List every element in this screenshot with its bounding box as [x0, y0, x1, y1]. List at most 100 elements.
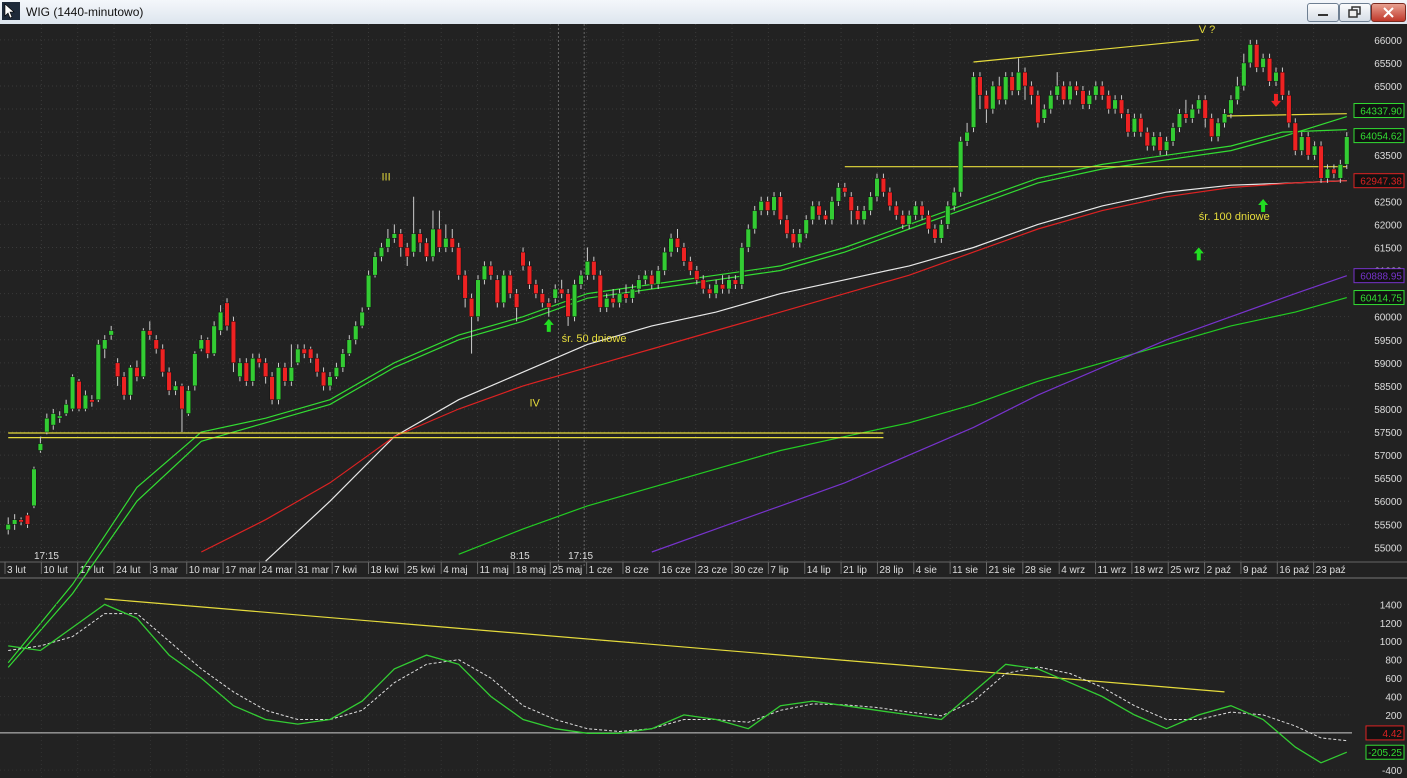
- candle-up: [353, 325, 359, 341]
- date-tick-label: 2 paź: [1207, 565, 1231, 576]
- date-tick-label: 11 sie: [952, 565, 978, 576]
- candle-down: [546, 302, 552, 308]
- price-tick-label: 60000: [1374, 313, 1402, 324]
- candle-down: [1061, 85, 1067, 101]
- candle-down: [880, 178, 887, 193]
- candle-down: [707, 288, 713, 294]
- candle-up: [172, 385, 179, 391]
- candle-down: [456, 247, 462, 276]
- candle-up: [250, 357, 256, 382]
- candle-up: [571, 284, 578, 317]
- candle-up: [57, 415, 63, 419]
- title-bar[interactable]: WIG (1440-minutowo): [0, 0, 1407, 25]
- candle-down: [269, 376, 275, 400]
- osc-value-label: -205.25: [1368, 748, 1402, 759]
- date-tick-label: 18 wrz: [1134, 565, 1163, 576]
- date-tick-label: 25 kwi: [407, 565, 435, 576]
- price-tick-label: 58000: [1374, 405, 1402, 416]
- candle-up: [1337, 164, 1343, 179]
- candle-up: [37, 443, 43, 451]
- value-label: 64337.90: [1360, 107, 1402, 118]
- candle-up: [1234, 85, 1240, 101]
- candle-up: [867, 196, 874, 211]
- candle-down: [1331, 168, 1337, 174]
- candle-up: [63, 404, 69, 414]
- candle-up: [211, 325, 217, 354]
- candle-down: [1292, 122, 1298, 151]
- candle-down: [320, 371, 327, 387]
- candle-up: [906, 214, 912, 225]
- price-tick-label: 59000: [1374, 359, 1402, 370]
- date-tick-label: 9 paź: [1243, 565, 1267, 576]
- date-tick-label: 4 sie: [916, 565, 938, 576]
- date-tick-label: 4 wrz: [1061, 565, 1085, 576]
- date-tick-label: 28 sie: [1025, 565, 1052, 576]
- maximize-button[interactable]: [1339, 3, 1371, 22]
- price-tick-label: 66000: [1374, 36, 1402, 47]
- candle-up: [1086, 94, 1092, 105]
- candle-down: [996, 85, 1002, 101]
- candle-down: [282, 367, 288, 382]
- candle-up: [95, 344, 101, 400]
- minimize-button[interactable]: [1307, 3, 1339, 22]
- candle-down: [449, 237, 455, 248]
- candle-down: [816, 205, 822, 216]
- osc-tick-label: 1000: [1380, 637, 1403, 648]
- candle-down: [301, 348, 307, 354]
- candle-down: [507, 274, 513, 294]
- candle-down: [404, 247, 410, 257]
- candle-down: [1118, 99, 1125, 114]
- candle-up: [1273, 71, 1279, 82]
- candle-up: [861, 210, 867, 221]
- candle-down: [314, 357, 320, 373]
- arrow-cursor-icon[interactable]: [2, 2, 20, 20]
- candle-up: [913, 205, 919, 216]
- candle-down: [1009, 76, 1015, 91]
- candle-down: [89, 399, 95, 403]
- candle-down: [893, 205, 899, 216]
- candle-down: [398, 233, 404, 248]
- candle-up: [1048, 94, 1054, 110]
- candle-up: [1003, 76, 1009, 101]
- value-label: 60888.95: [1360, 272, 1402, 283]
- candle-up: [1176, 113, 1183, 128]
- candle-down: [790, 233, 796, 244]
- candle-up: [874, 178, 880, 197]
- candle-down: [1073, 85, 1080, 91]
- candle-up: [366, 274, 372, 308]
- date-tick-label: 16 paź: [1279, 565, 1309, 576]
- candle-up: [1131, 118, 1137, 133]
- candle-down: [308, 348, 314, 359]
- candle-up: [237, 362, 243, 377]
- candle-up: [385, 237, 391, 248]
- price-chart[interactable]: 55000 55500 56000 56500 57000 57500 58000 58500…: [0, 24, 1407, 778]
- osc-tick-label: 800: [1385, 656, 1402, 667]
- close-button[interactable]: [1371, 3, 1406, 22]
- price-tick-label: 59500: [1374, 336, 1402, 347]
- date-tick-label: 14 lip: [807, 565, 831, 576]
- date-tick-label: 31 mar: [298, 565, 330, 576]
- candle-up: [1299, 136, 1305, 151]
- date-tick-label: 4 maj: [443, 565, 467, 576]
- osc-value-label: 4.42: [1383, 729, 1403, 740]
- date-tick-label: 23 paź: [1316, 565, 1346, 576]
- candle-up: [372, 256, 378, 276]
- candle-up: [1041, 108, 1047, 119]
- candle-up: [275, 367, 282, 400]
- price-tick-label: 61500: [1374, 243, 1402, 254]
- candle-down: [681, 247, 687, 262]
- candle-down: [1125, 113, 1131, 133]
- candle-down: [925, 214, 932, 230]
- price-tick-label: 58500: [1374, 382, 1402, 393]
- close-icon: [1383, 7, 1394, 18]
- candle-up: [1016, 71, 1022, 91]
- candle-down: [822, 214, 829, 221]
- candle-up: [295, 348, 301, 364]
- price-tick-label: 57000: [1374, 451, 1402, 462]
- candle-up: [430, 228, 436, 257]
- candle-down: [765, 201, 771, 211]
- date-tick-label: 25 wrz: [1170, 565, 1199, 576]
- price-tick-label: 55500: [1374, 520, 1402, 531]
- candle-down: [526, 265, 533, 285]
- candle-up: [1093, 85, 1099, 96]
